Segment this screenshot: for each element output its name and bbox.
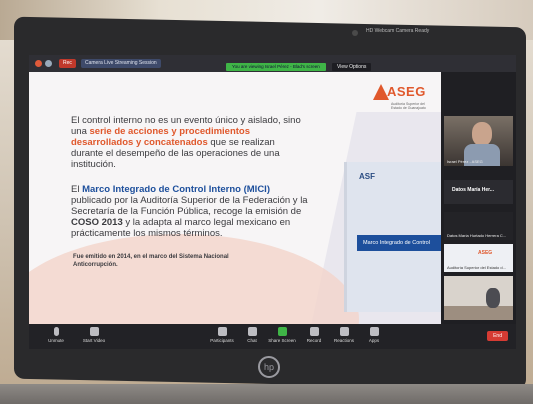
zoom-window: Rec Camera Live Streaming Session You ar… [29,55,516,349]
chat-icon [247,327,257,336]
slide-paragraph-3: Fue emitido en 2014, en el marco del Sis… [73,254,229,268]
zoom-top-bar: Rec Camera Live Streaming Session You ar… [29,55,516,72]
unmute-label: Unmute [48,338,64,343]
recording-indicator[interactable]: Rec [59,59,76,68]
participant-video-tile[interactable] [444,276,513,320]
chat-label: Chat [247,338,257,343]
participant-desk [444,306,513,320]
asf-logo-text: ASF [359,172,375,181]
p2-bold: COSO 2013 [71,217,123,228]
participants-button[interactable]: Participants [205,327,239,343]
security-shield-icon[interactable] [35,60,42,67]
meeting-chip[interactable]: Camera Live Streaming Session [81,59,161,68]
view-options-button[interactable]: View Options [332,63,372,71]
participant-tile[interactable]: Datos María Her... [444,180,513,204]
slide-wave-shape [29,234,359,324]
reactions-icon [339,327,349,336]
record-icon [309,327,319,336]
participants-icon [217,327,227,336]
video-camera-icon [89,327,99,336]
record-button[interactable]: Record [297,327,331,343]
p2-highlight: Marco Integrado de Control Interno (MICI… [82,184,270,195]
unmute-button[interactable]: Unmute [39,327,73,343]
share-screen-icon [277,327,287,336]
participant-video-tile[interactable]: Israel Pérez - ASEG [444,116,513,166]
share-banner: You are viewing Israel Pérez - Blad's sc… [226,63,326,71]
participant-title: Datos María Her... [452,187,494,193]
participant-head [472,122,492,146]
participant-name: Auditoría Superior del Estado d... [447,265,506,270]
participant-tile[interactable]: ASEG Auditoría Superior del Estado d... [444,244,513,272]
participant-person [486,288,500,308]
chat-button[interactable]: Chat [235,327,269,343]
p2-text-mid: publicado por la Auditoría Superior de l… [71,195,308,217]
apps-icon [369,327,379,336]
thumbnail-title: Marco Integrado de Control [357,235,441,251]
participant-name: Israel Pérez - ASEG [447,159,483,164]
participant-tile[interactable]: Datos María Hurtado Herrera C... [444,212,513,240]
slide-paragraph-1: El control interno no es un evento único… [71,115,301,170]
participant-name: Datos María Hurtado Herrera C... [447,233,507,238]
aseg-logo: ASEG Auditoría Superior del Estado de Gu… [373,78,437,118]
record-label: Record [306,338,322,343]
reactions-label: Reactions [333,338,354,343]
apps-label: Apps [368,338,380,343]
apps-button[interactable]: Apps [357,327,391,343]
p2-text: El [71,184,83,195]
webcam-icon [352,30,358,36]
share-screen-label: Share Screen [268,338,296,343]
camera-tag: HD Webcam Camera Ready [366,28,430,34]
participant-logo: ASEG [478,250,493,256]
laptop-base [0,384,533,404]
start-video-button[interactable]: Start Video [77,327,111,343]
end-meeting-button[interactable]: End [487,331,508,341]
aseg-logo-subtitle: Auditoría Superior del Estado de Guanaju… [391,102,426,110]
reactions-button[interactable]: Reactions [327,327,361,343]
shared-slide: ASF Marco Integrado de Control ASEG Audi… [29,72,441,324]
zoom-toolbar: Unmute Start Video Participants Chat Sha… [29,324,516,349]
hp-logo: hp [258,355,280,379]
share-screen-button[interactable]: Share Screen [265,327,299,343]
info-icon[interactable] [45,60,52,67]
participants-panel: Israel Pérez - ASEG Datos María Her... D… [441,72,516,324]
microphone-icon [53,327,59,336]
aseg-logo-word: ASEG [387,84,426,99]
start-video-label: Start Video [82,338,106,343]
slide-cover-thumbnail: ASF Marco Integrado de Control [344,162,441,312]
participants-label: Participants [210,338,234,343]
slide-paragraph-2: El Marco Integrado de Control Interno (M… [71,184,311,239]
